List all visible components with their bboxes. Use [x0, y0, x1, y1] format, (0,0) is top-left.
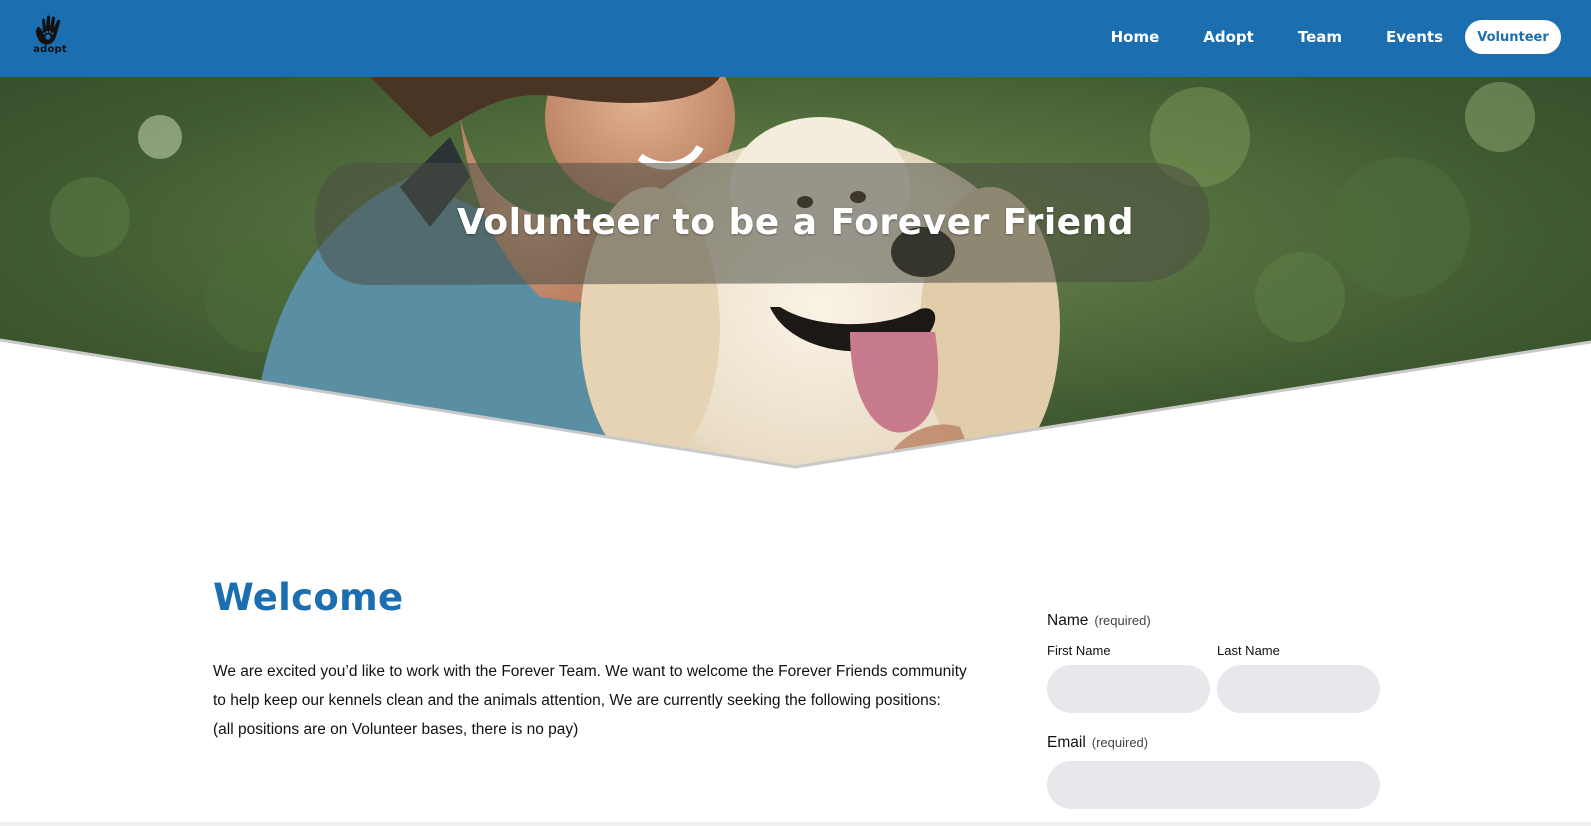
logo-text: adopt — [33, 44, 67, 55]
nav-adopt[interactable]: Adopt — [1203, 28, 1254, 46]
name-label-text: Name — [1047, 612, 1089, 629]
welcome-body: We are excited you’d like to work with t… — [213, 657, 993, 744]
welcome-title: Welcome — [213, 576, 404, 619]
hand-paw-icon — [36, 15, 61, 45]
hero-title: Volunteer to be a Forever Friend — [457, 202, 1134, 243]
page-bottom-divider — [0, 822, 1591, 826]
email-group: Email (required) — [1047, 734, 1380, 809]
name-row: First Name Last Name — [1047, 643, 1380, 713]
last-name-group: Last Name — [1217, 643, 1380, 713]
first-name-input[interactable] — [1047, 665, 1210, 713]
volunteer-form: Name (required) First Name Last Name Emai… — [1047, 612, 1380, 809]
nav-events[interactable]: Events — [1386, 28, 1443, 46]
site-header: adopt Home Adopt Team Events Volunteer — [0, 0, 1591, 77]
name-label: Name (required) — [1047, 612, 1380, 630]
first-name-group: First Name — [1047, 643, 1210, 713]
email-label: Email (required) — [1047, 734, 1380, 752]
logo[interactable]: adopt — [30, 14, 70, 58]
hero-image — [0, 77, 1591, 469]
main-nav: Home Adopt Team Events Volunteer — [1111, 20, 1561, 54]
nav-team[interactable]: Team — [1298, 28, 1342, 46]
last-name-label: Last Name — [1217, 643, 1280, 658]
first-name-label: First Name — [1047, 643, 1111, 658]
name-required: (required) — [1094, 613, 1151, 628]
welcome-line-1: We are excited you’d like to work with t… — [213, 663, 967, 680]
last-name-input[interactable] — [1217, 665, 1380, 713]
nav-home[interactable]: Home — [1111, 28, 1160, 46]
email-input[interactable] — [1047, 761, 1380, 809]
welcome-section: Welcome We are excited you’d like to wor… — [213, 576, 993, 744]
email-label-text: Email — [1047, 734, 1086, 751]
hero-title-wrap: Volunteer to be a Forever Friend — [0, 202, 1591, 243]
hero-banner: Volunteer to be a Forever Friend — [0, 77, 1591, 477]
email-required: (required) — [1091, 735, 1149, 750]
welcome-line-3: (all positions are on Volunteer bases, t… — [213, 721, 579, 738]
welcome-line-2: to help keep our kennels clean and the a… — [213, 692, 941, 709]
volunteer-button[interactable]: Volunteer — [1465, 20, 1561, 54]
